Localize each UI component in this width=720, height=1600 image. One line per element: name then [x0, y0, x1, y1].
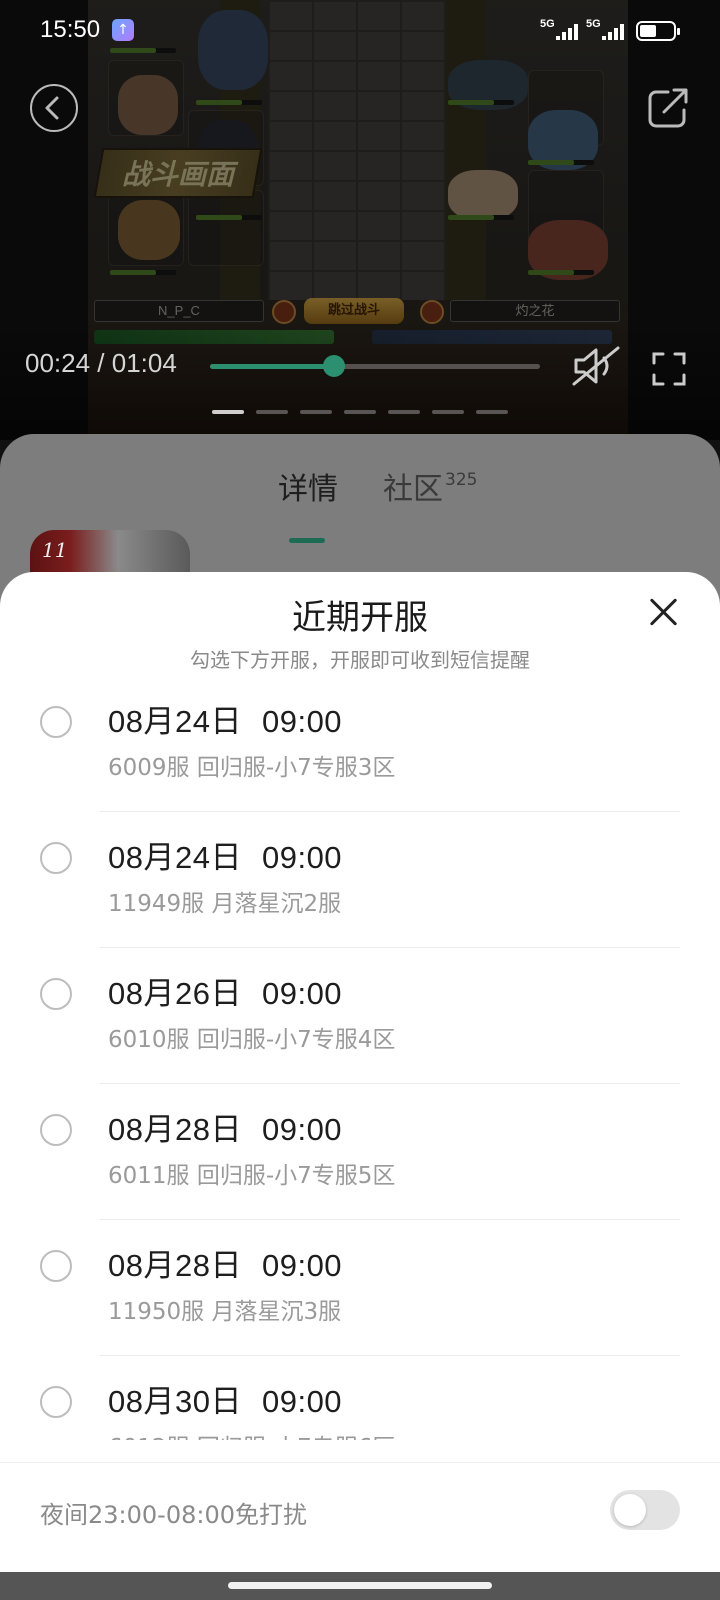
progress-fill [210, 364, 334, 369]
fullscreen-icon [652, 352, 686, 386]
status-bar: 15:50 ↑ 5G 5G [0, 0, 720, 60]
tab-community-label: 社区 [383, 472, 443, 507]
server-checkbox[interactable] [40, 978, 72, 1010]
clock: 15:50 [40, 16, 101, 43]
server-datetime: 08月28日 09:00 [108, 1240, 342, 1285]
home-indicator[interactable] [228, 1582, 492, 1589]
server-datetime: 08月24日 09:00 [108, 696, 342, 741]
server-time: 09:00 [261, 976, 343, 1011]
dnd-footer: 夜间23:00-08:00免打扰 [0, 1462, 720, 1572]
server-datetime: 08月26日 09:00 [108, 968, 342, 1013]
server-name: 6009服 回归服-小7专服3区 [108, 755, 396, 781]
sheet-subtitle: 勾选下方开服，开服即可收到短信提醒 [190, 648, 530, 672]
server-schedule-sheet: 近期开服 勾选下方开服，开服即可收到短信提醒 08月24日 09:00 6009服 … [0, 572, 720, 1572]
server-name: 6010服 回归服-小7专服4区 [108, 1027, 396, 1053]
video-progress-bar[interactable] [210, 355, 540, 377]
server-time: 09:00 [261, 1248, 343, 1283]
server-row[interactable]: 08月24日 09:00 11949服 月落星沉2服 [0, 812, 720, 948]
server-time: 09:00 [261, 1112, 343, 1147]
pagination-dot[interactable] [212, 410, 244, 414]
server-date: 08月30日 [108, 1384, 242, 1419]
community-count-badge: 325 [445, 470, 478, 490]
server-date: 08月28日 [108, 1112, 242, 1147]
share-icon [648, 88, 688, 128]
progress-knob[interactable] [322, 355, 345, 377]
server-checkbox[interactable] [40, 706, 72, 738]
toggle-knob [614, 1494, 646, 1526]
sheet-title: 近期开服 [292, 598, 428, 638]
pagination-dot[interactable] [300, 410, 332, 414]
server-name: 11949服 月落星沉2服 [108, 891, 342, 917]
server-time: 09:00 [261, 1384, 343, 1419]
chevron-left-icon [45, 96, 59, 120]
battery-icon [636, 21, 680, 41]
pagination-dot[interactable] [476, 410, 508, 414]
pagination-dot[interactable] [344, 410, 376, 414]
server-checkbox[interactable] [40, 1250, 72, 1282]
detail-tabs: 详情 社区 325 [0, 464, 720, 543]
speaker-muted-icon [572, 346, 620, 386]
app-notification-icon: ↑ [112, 19, 134, 41]
server-checkbox[interactable] [40, 1386, 72, 1418]
active-tab-indicator [289, 538, 325, 543]
pagination-dot[interactable] [388, 410, 420, 414]
dnd-toggle[interactable] [610, 1490, 680, 1530]
server-row[interactable]: 08月26日 09:00 6010服 回归服-小7专服4区 [0, 948, 720, 1084]
server-datetime: 08月28日 09:00 [108, 1104, 342, 1149]
tab-community[interactable]: 社区 325 [383, 464, 477, 508]
server-date: 08月24日 [108, 840, 242, 875]
server-date: 08月28日 [108, 1248, 242, 1283]
server-checkbox[interactable] [40, 1114, 72, 1146]
tab-details[interactable]: 详情 [278, 464, 338, 508]
server-row[interactable]: 08月30日 09:00 6012服 回归服-小7专服6区 [0, 1356, 720, 1440]
mute-button[interactable] [572, 346, 622, 386]
back-button[interactable] [30, 84, 78, 132]
server-time: 09:00 [261, 840, 343, 875]
signal-icon: 5G [586, 18, 626, 42]
server-checkbox[interactable] [40, 842, 72, 874]
server-date: 08月24日 [108, 704, 242, 739]
server-row[interactable]: 08月28日 09:00 11950服 月落星沉3服 [0, 1220, 720, 1356]
server-name: 6012服 回归服-小7专服6区 [108, 1428, 395, 1440]
dnd-label: 夜间23:00-08:00免打扰 [40, 1501, 307, 1529]
server-name: 11950服 月落星沉3服 [108, 1299, 342, 1325]
pagination-dot[interactable] [256, 410, 288, 414]
server-name: 6011服 回归服-小7专服5区 [108, 1163, 396, 1189]
server-datetime: 08月24日 09:00 [108, 832, 342, 877]
server-time: 09:00 [261, 704, 343, 739]
media-pagination [212, 410, 508, 414]
tab-details-label: 详情 [278, 472, 338, 507]
close-button[interactable] [646, 594, 682, 630]
server-list: 08月24日 09:00 6009服 回归服-小7专服3区 08月24日 09:00 11… [0, 676, 720, 1440]
server-date: 08月26日 [108, 976, 242, 1011]
fullscreen-button[interactable] [652, 352, 686, 386]
server-row[interactable]: 08月24日 09:00 6009服 回归服-小7专服3区 [0, 676, 720, 812]
server-row[interactable]: 08月28日 09:00 6011服 回归服-小7专服5区 [0, 1084, 720, 1220]
network-type: 5G [540, 18, 555, 30]
game-icon-text: 11 [42, 538, 68, 562]
pagination-dot[interactable] [432, 410, 464, 414]
video-player[interactable]: 战斗画面 N_P_C 跳过战斗 灼之花 15:50 ↑ 5G 5G 00:24 … [0, 0, 720, 440]
server-datetime: 08月30日 09:00 [108, 1376, 342, 1421]
share-button[interactable] [646, 86, 690, 130]
signal-icon: 5G [540, 18, 580, 42]
network-type: 5G [586, 18, 601, 30]
video-timecode: 00:24 / 01:04 [25, 348, 177, 378]
